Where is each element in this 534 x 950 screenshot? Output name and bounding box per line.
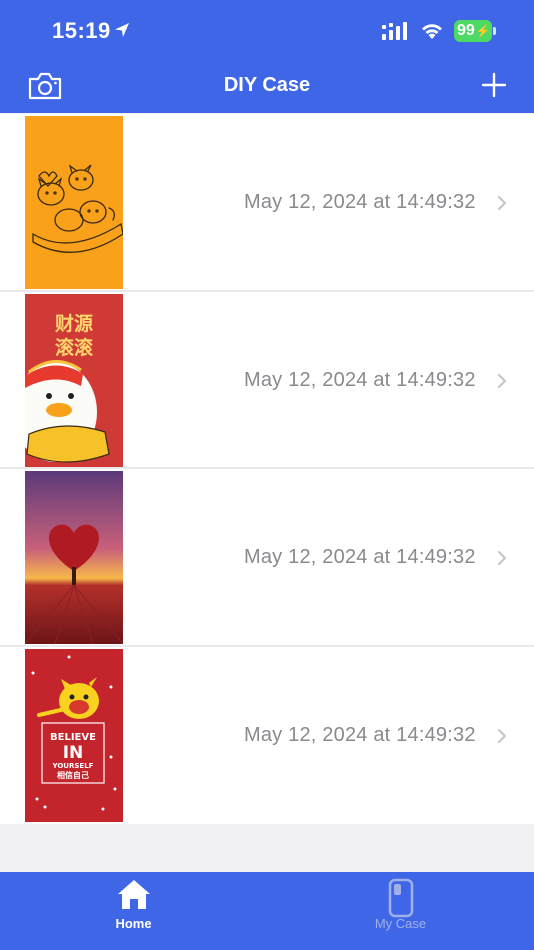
- battery-indicator: 99 ⚡: [454, 20, 496, 42]
- case-list: May 12, 2024 at 14:49:32 财源 滚滚 May 12, 2…: [0, 114, 534, 824]
- add-button[interactable]: [481, 71, 507, 99]
- status-time: 15:19: [52, 18, 111, 43]
- tab-home[interactable]: Home: [0, 872, 267, 950]
- case-date: May 12, 2024 at 14:49:32: [244, 546, 476, 568]
- status-bar: 15:19 99 ⚡: [0, 0, 534, 60]
- location-arrow-icon: [115, 23, 129, 37]
- art-text-caiyuan: 财源: [55, 312, 93, 335]
- art-text-believe: BELIEVE: [50, 732, 96, 743]
- art-text-xiangxin: 相信自己: [57, 770, 89, 780]
- tab-my-case[interactable]: My Case: [267, 872, 534, 950]
- home-icon: [117, 880, 150, 909]
- chevron-right-icon: [498, 373, 506, 388]
- charging-bolt-icon: ⚡: [475, 24, 491, 38]
- battery-tip: [493, 27, 496, 35]
- art-text-in: IN: [63, 743, 84, 763]
- list-item[interactable]: May 12, 2024 at 14:49:32: [0, 469, 534, 647]
- page-title: DIY Case: [223, 74, 311, 96]
- nav-bar: DIY Case: [0, 60, 534, 113]
- list-item[interactable]: 财源 滚滚 May 12, 2024 at 14:49:32: [0, 291, 534, 469]
- case-thumbnail: BELIEVE IN YOURSELF 相信自己: [25, 648, 123, 822]
- case-date: May 12, 2024 at 14:49:32: [244, 723, 476, 746]
- case-thumbnail: 财源 滚滚: [25, 293, 123, 467]
- list-item[interactable]: May 12, 2024 at 14:49:32: [0, 114, 534, 292]
- heart-tree-image: [25, 471, 123, 644]
- wifi-icon: [422, 24, 442, 39]
- believe-in-yourself-image: BELIEVE IN YOURSELF 相信自己: [25, 648, 123, 822]
- chevron-right-icon: [498, 551, 506, 565]
- battery-level: 99: [457, 22, 475, 39]
- case-thumbnail: [25, 471, 123, 644]
- phone-case-icon: [388, 878, 413, 918]
- chevron-right-icon: [498, 728, 506, 743]
- case-date: May 12, 2024 at 14:49:32: [244, 191, 476, 213]
- case-date: May 12, 2024 at 14:49:32: [244, 368, 476, 391]
- status-indicators: 99 ⚡: [382, 20, 496, 42]
- art-text-gungun: 滚滚: [55, 336, 94, 359]
- case-thumbnail: [25, 116, 123, 289]
- tab-my-case-label: My Case: [374, 916, 427, 931]
- cartoon-dogs-image: [25, 116, 123, 289]
- list-item[interactable]: BELIEVE IN YOURSELF 相信自己 May 12, 2024 at…: [0, 646, 534, 824]
- chevron-right-icon: [498, 196, 506, 210]
- tab-home-label: Home: [115, 916, 152, 931]
- art-text-yourself: YOURSELF: [52, 762, 94, 770]
- cellular-signal-icon: [382, 22, 407, 40]
- lucky-duck-image: 财源 滚滚: [25, 293, 123, 467]
- tab-bar: Home My Case: [0, 872, 534, 950]
